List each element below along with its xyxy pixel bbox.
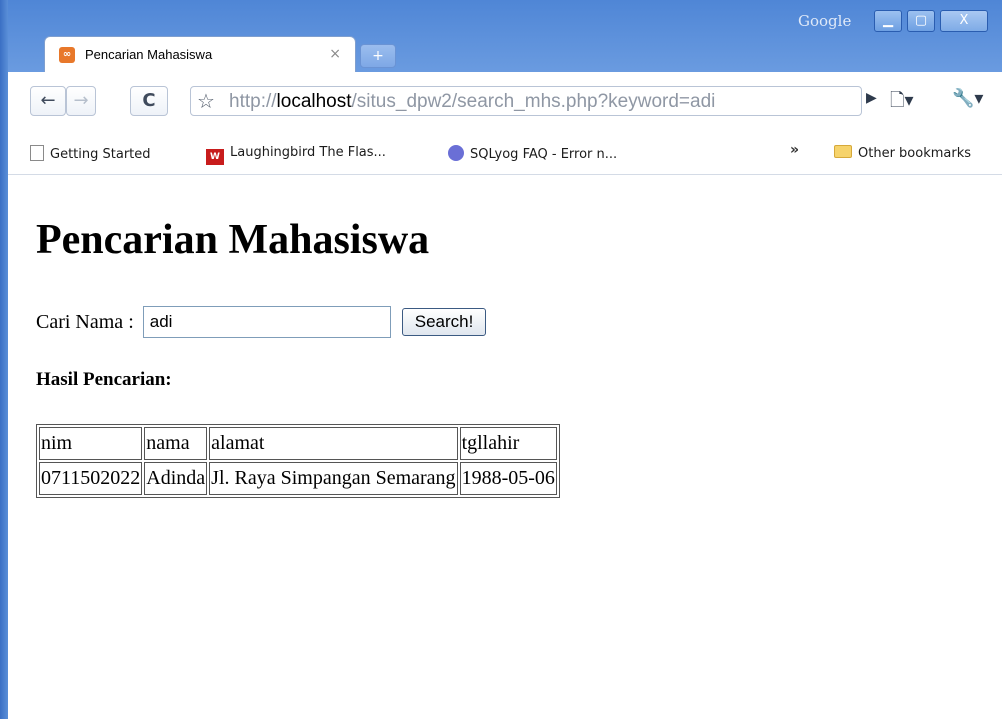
bookmarks-overflow-chevron-icon[interactable]: » — [790, 142, 799, 158]
bookmark-sqlyog[interactable]: SQLyog FAQ - Error n... — [448, 145, 617, 162]
header-nama: nama — [144, 427, 208, 460]
tab-title: Pencarian Mahasiswa — [85, 47, 213, 62]
xampp-favicon-icon: ∞ — [59, 47, 75, 63]
forward-button[interactable]: → — [66, 86, 96, 116]
sqlyog-icon — [448, 145, 464, 161]
go-button[interactable]: ▶ — [866, 90, 877, 106]
results-table: nim nama alamat tgllahir 0711502022 Adin… — [36, 424, 560, 498]
other-bookmarks[interactable]: Other bookmarks — [834, 145, 971, 161]
bookmark-laughingbird[interactable]: W Laughingbird The Flas... — [206, 145, 386, 165]
search-input[interactable] — [142, 306, 391, 338]
result-heading: Hasil Pencarian: — [36, 369, 172, 390]
search-button[interactable]: Search! — [401, 308, 487, 336]
folder-icon — [834, 145, 852, 158]
google-label: Google — [798, 12, 852, 30]
page-icon — [30, 145, 44, 161]
url-path: /situs_dpw2/search_mhs.php?keyword=adi — [351, 91, 716, 112]
minimize-button[interactable]: ▁ — [874, 10, 902, 32]
search-label: Cari Nama : — [36, 310, 134, 333]
tab-close-icon[interactable]: × — [329, 46, 341, 62]
cell-nama: Adinda — [144, 462, 208, 495]
bookmark-label: Laughingbird The Flas... — [230, 145, 386, 160]
tab-strip: Google ▁ ▢ X ∞ Pencarian Mahasiswa × + — [8, 0, 1002, 72]
tab-pencarian-mahasiswa[interactable]: ∞ Pencarian Mahasiswa × — [44, 36, 356, 72]
cell-tgllahir: 1988-05-06 — [459, 462, 557, 495]
url-text[interactable]: http://localhost/situs_dpw2/search_mhs.p… — [229, 91, 817, 113]
new-tab-button[interactable]: + — [360, 44, 396, 68]
page-menu-icon[interactable]: 🗋▾ — [890, 88, 914, 118]
header-alamat: alamat — [209, 427, 458, 460]
wrench-menu-icon[interactable]: 🔧▾ — [952, 88, 983, 109]
close-window-button[interactable]: X — [940, 10, 988, 32]
bookmarks-bar: Getting Started W Laughingbird The Flas..… — [8, 138, 1002, 175]
bookmark-star-icon[interactable]: ☆ — [197, 89, 215, 113]
url-prefix: http:// — [229, 91, 277, 112]
table-header-row: nim nama alamat tgllahir — [39, 427, 557, 460]
cell-nim: 0711502022 — [39, 462, 143, 495]
search-form: Cari Nama : Search! — [36, 306, 487, 338]
bookmark-label: SQLyog FAQ - Error n... — [470, 147, 618, 162]
bookmark-getting-started[interactable]: Getting Started — [30, 145, 151, 162]
address-bar[interactable]: ☆ http://localhost/situs_dpw2/search_mhs… — [190, 86, 862, 116]
cell-alamat: Jl. Raya Simpangan Semarang — [209, 462, 458, 495]
wc-icon: W — [206, 149, 224, 165]
other-bookmarks-label: Other bookmarks — [858, 146, 972, 161]
reload-button[interactable]: C — [130, 86, 168, 116]
bookmark-label: Getting Started — [50, 147, 151, 162]
url-host: localhost — [276, 91, 352, 112]
page-title: Pencarian Mahasiswa — [36, 217, 430, 263]
header-nim: nim — [39, 427, 143, 460]
header-tgllahir: tgllahir — [459, 427, 557, 460]
window-border — [0, 0, 8, 719]
table-row: 0711502022 Adinda Jl. Raya Simpangan Sem… — [39, 462, 557, 495]
browser-toolbar: ← → C ☆ http://localhost/situs_dpw2/sear… — [8, 72, 1002, 139]
browser-window: Google ▁ ▢ X ∞ Pencarian Mahasiswa × + ←… — [0, 0, 1002, 719]
maximize-button[interactable]: ▢ — [907, 10, 935, 32]
back-button[interactable]: ← — [30, 86, 66, 116]
